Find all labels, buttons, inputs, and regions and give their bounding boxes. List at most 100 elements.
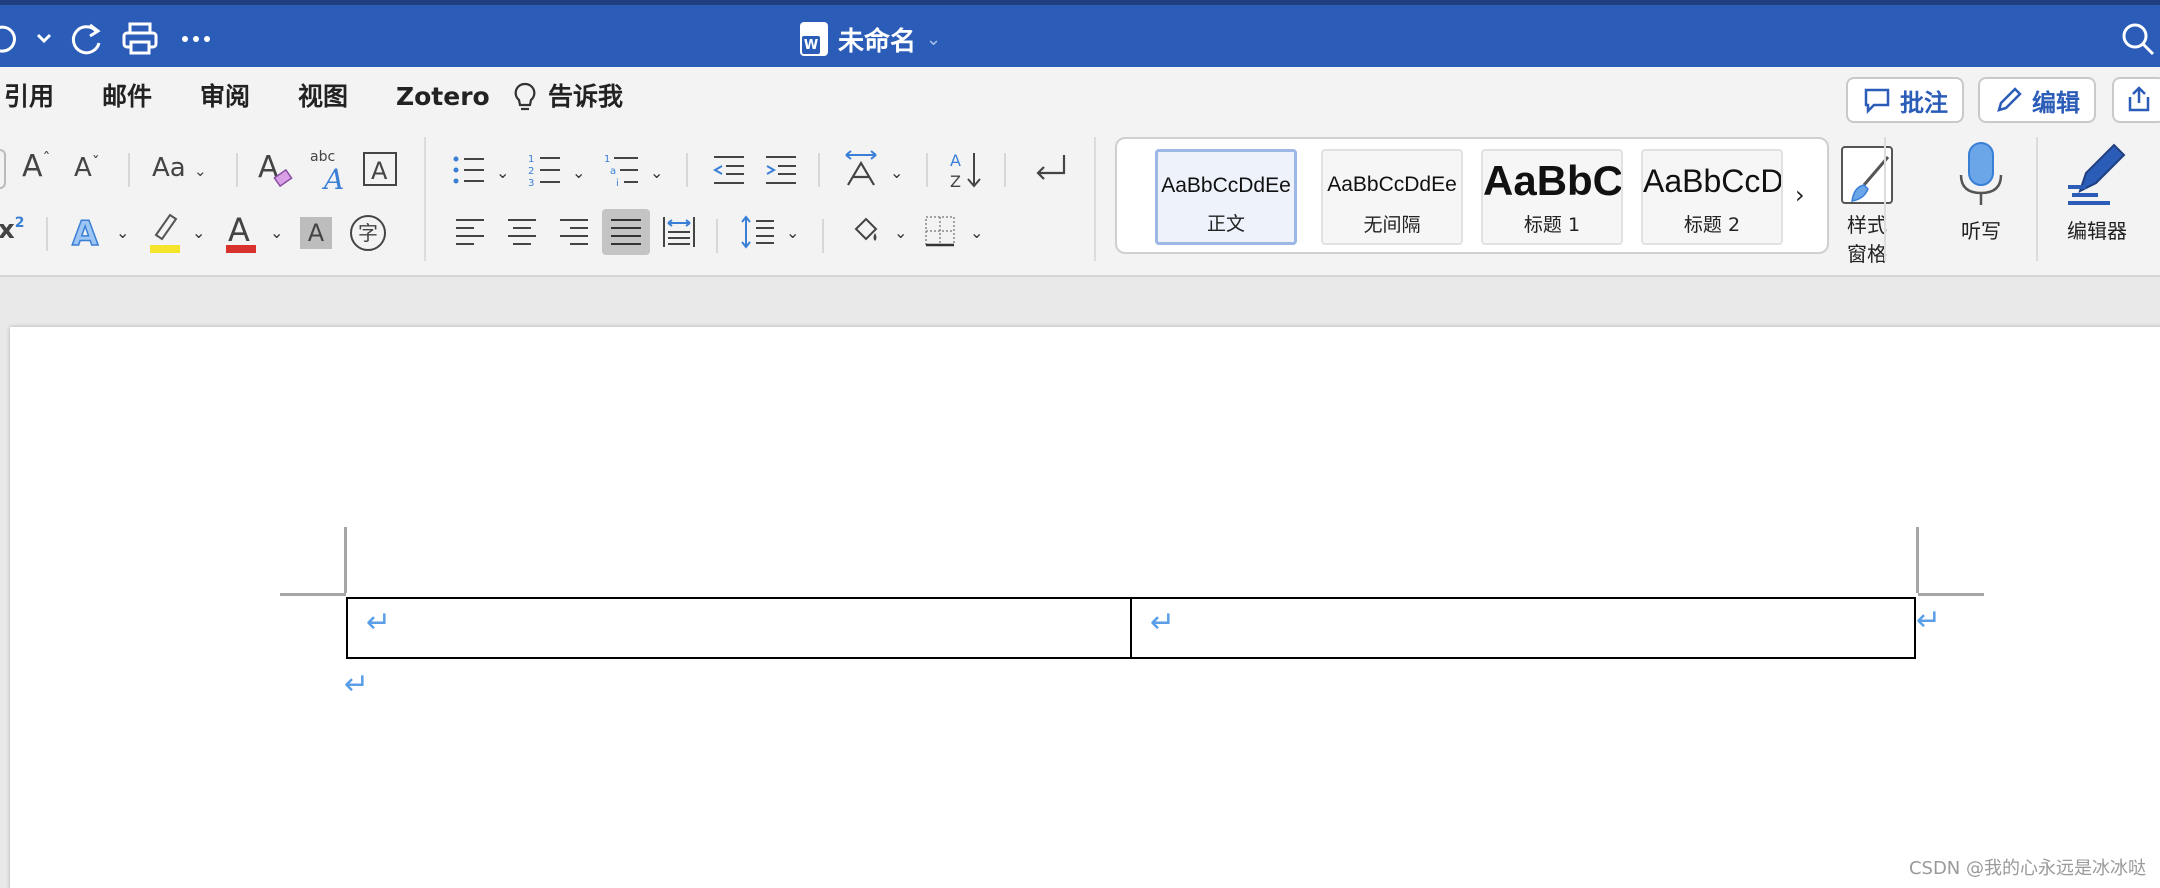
align-right-icon[interactable] — [558, 217, 590, 247]
editor-label: 编辑器 — [2067, 219, 2127, 243]
character-shading-button[interactable]: A — [300, 217, 332, 249]
separator — [46, 217, 48, 251]
shrink-font-label: A — [74, 153, 92, 183]
style-heading-2[interactable]: AaBbCcD 标题 2 — [1641, 149, 1783, 245]
enclose-characters-label: 字 — [358, 221, 378, 245]
style-normal[interactable]: AaBbCcDdEe 正文 — [1155, 149, 1297, 245]
chevron-down-icon[interactable]: ⌄ — [786, 223, 799, 242]
chevron-down-icon: ⌄ — [193, 162, 207, 180]
chevron-down-icon[interactable]: ⌄ — [270, 223, 283, 242]
justify-button[interactable] — [602, 209, 650, 255]
chevron-down-icon[interactable]: ⌄ — [890, 163, 903, 182]
chevron-right-icon[interactable]: › — [1795, 181, 1815, 211]
chevron-down-icon[interactable]: ⌄ — [572, 163, 585, 182]
tab-review[interactable]: 审阅 — [200, 79, 250, 115]
styles-gallery: AaBbCcDdEe 正文 AaBbCcDdEe 无间隔 AaBbC 标题 1 … — [1115, 137, 1829, 254]
multilevel-list-icon[interactable]: 1ai — [604, 151, 640, 189]
tab-mailings[interactable]: 邮件 — [102, 79, 152, 115]
title-bar: 未命名 ⌄ — [0, 0, 2160, 67]
styles-pane-label-2: 窗格 — [1847, 242, 1887, 266]
font-color-button[interactable]: A — [222, 209, 262, 255]
group-separator — [424, 137, 426, 261]
superscript-button[interactable]: x2 — [0, 215, 25, 251]
enclose-characters-button[interactable]: 字 — [350, 215, 386, 251]
style-label: 正文 — [1206, 213, 1245, 235]
text-effects-button[interactable]: A — [70, 211, 106, 255]
search-icon[interactable] — [2118, 19, 2158, 59]
chevron-down-icon[interactable]: ⌄ — [496, 163, 509, 182]
redo-icon[interactable] — [66, 19, 106, 59]
style-no-spacing[interactable]: AaBbCcDdEe 无间隔 — [1321, 149, 1463, 245]
numbering-icon[interactable]: 123 — [528, 151, 562, 189]
separator — [1004, 153, 1006, 187]
align-center-icon[interactable] — [506, 217, 538, 247]
undo-icon[interactable] — [0, 19, 20, 59]
distributed-icon[interactable] — [662, 215, 696, 249]
phonetic-guide-icon[interactable]: abc A — [308, 147, 350, 196]
increase-indent-icon[interactable] — [764, 153, 798, 187]
document-page[interactable]: ↵ ↵ ↵ ↵ — [10, 327, 2160, 888]
svg-text:2: 2 — [528, 166, 534, 177]
undo-dropdown-chevron-icon[interactable] — [34, 27, 54, 51]
editing-mode-button[interactable]: 编辑 — [1978, 77, 2096, 123]
chevron-down-icon[interactable]: ⌄ — [192, 223, 205, 242]
shading-icon[interactable] — [848, 213, 884, 249]
document-title[interactable]: 未命名 ⌄ — [800, 19, 941, 59]
dictate-button[interactable]: 听写 — [1946, 141, 2016, 244]
caret-down-icon: ˇ — [91, 153, 100, 172]
tab-view[interactable]: 视图 — [298, 79, 348, 115]
clear-formatting-icon[interactable]: A — [256, 147, 296, 191]
superscript-label: x — [0, 215, 15, 245]
text-direction-icon[interactable] — [842, 149, 880, 189]
style-heading-1[interactable]: AaBbC 标题 1 — [1481, 149, 1623, 245]
table-cell[interactable]: ↵ — [348, 599, 1130, 657]
style-label: 标题 1 — [1523, 214, 1581, 236]
character-shading-label: A — [307, 219, 325, 247]
chevron-down-icon[interactable]: ⌄ — [116, 223, 129, 242]
lightbulb-icon — [514, 82, 536, 111]
comments-button[interactable]: 批注 — [1846, 77, 1964, 123]
table-cell[interactable]: ↵ — [1130, 599, 1914, 657]
chevron-down-icon[interactable]: ⌄ — [970, 223, 983, 242]
svg-text:3: 3 — [528, 178, 534, 189]
separator — [716, 219, 718, 253]
separator — [818, 153, 820, 187]
line-spacing-icon[interactable] — [740, 213, 776, 251]
font-size-box[interactable] — [0, 149, 6, 189]
word-doc-icon — [800, 22, 828, 56]
svg-text:A: A — [371, 157, 388, 185]
tab-zotero[interactable]: Zotero — [396, 79, 490, 115]
grow-font-button[interactable]: Aˆ — [22, 149, 58, 189]
more-icon[interactable] — [176, 19, 216, 59]
chevron-down-icon[interactable]: ⌄ — [650, 163, 663, 182]
align-left-icon[interactable] — [454, 217, 486, 247]
shrink-font-button[interactable]: Aˇ — [74, 153, 110, 193]
sort-icon[interactable]: AZ — [948, 149, 984, 191]
styles-pane-button[interactable]: 样式 窗格 — [1832, 143, 1902, 267]
group-separator — [2036, 137, 2038, 261]
editing-button-label: 编辑 — [2032, 88, 2080, 117]
borders-icon[interactable] — [924, 215, 956, 247]
separator — [926, 153, 928, 187]
home-ribbon: Aˆ Aˇ Aa ⌄ A abc A A x2 A ⌄ ⌄ A ⌄ A 字 ⌄ … — [0, 127, 2160, 277]
group-separator — [1884, 137, 1886, 261]
editor-pen-icon — [2064, 141, 2130, 207]
bullets-icon[interactable] — [452, 153, 486, 187]
tab-references[interactable]: 引用 — [4, 79, 54, 115]
document-title-text: 未命名 — [838, 26, 917, 57]
chevron-down-icon: ⌄ — [926, 28, 942, 50]
word-window: 未命名 ⌄ 引用 邮件 审阅 视图 Zotero 告诉我 批注 编辑 — [0, 0, 2160, 888]
decrease-indent-icon[interactable] — [712, 153, 746, 187]
share-button[interactable] — [2112, 77, 2160, 123]
show-paragraph-marks-icon[interactable] — [1030, 151, 1070, 187]
crop-mark-top-right-vertical — [1916, 527, 1919, 593]
change-case-button[interactable]: Aa ⌄ — [152, 153, 222, 193]
editor-button[interactable]: 编辑器 — [2056, 141, 2138, 244]
print-icon[interactable] — [120, 19, 160, 59]
superscript-2-icon: 2 — [14, 215, 25, 231]
character-border-icon[interactable]: A — [362, 151, 398, 187]
svg-text:a: a — [610, 166, 616, 177]
chevron-down-icon[interactable]: ⌄ — [894, 223, 907, 242]
highlight-color-button[interactable] — [146, 209, 186, 255]
tell-me-search[interactable]: 告诉我 — [512, 79, 623, 115]
